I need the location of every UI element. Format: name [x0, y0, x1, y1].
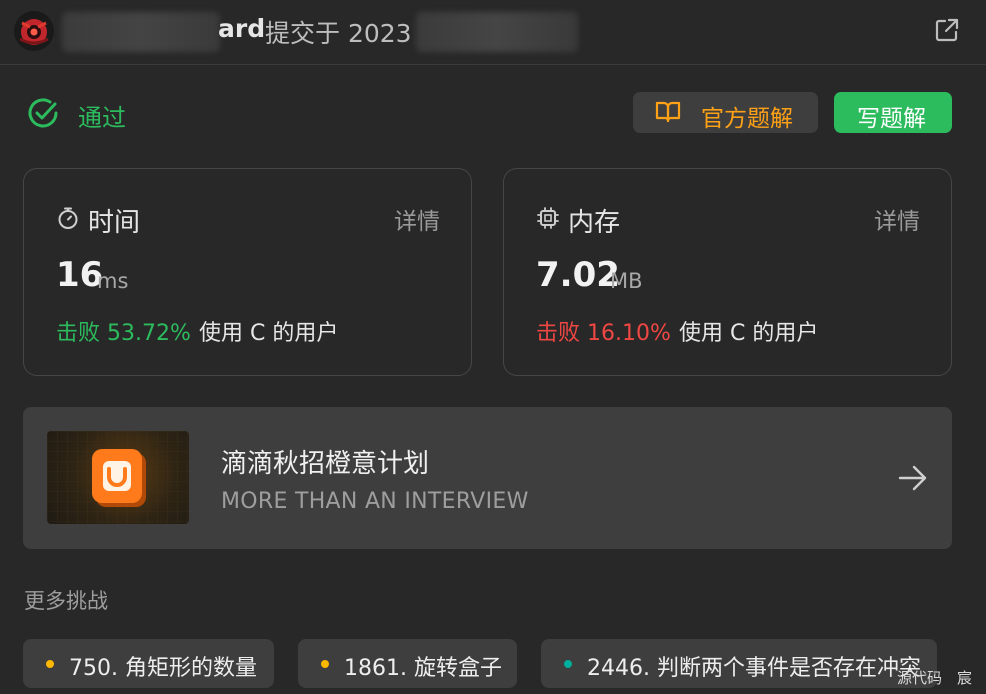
submitted-time: 提交于 2023 [265, 19, 412, 48]
write-solution-label: 写题解 [857, 106, 926, 132]
check-circle-icon [28, 98, 58, 128]
arrow-right-icon [898, 465, 927, 491]
book-icon [655, 101, 681, 123]
challenge-item[interactable]: 750. 角矩形的数量 [23, 639, 274, 688]
chip-icon [537, 207, 559, 229]
runtime-card: 时间 详情 16 ms 击败 53.72% 使用 C 的用户 [23, 168, 472, 376]
memory-value: 7.02 [536, 255, 620, 295]
redacted-time [416, 12, 578, 52]
memory-beat: 击败 16.10% [536, 321, 671, 346]
memory-beat-suffix: 使用 C 的用户 [679, 321, 819, 346]
challenge-label: 1861. 旋转盒子 [344, 656, 502, 681]
external-link-icon [935, 18, 959, 42]
runtime-beat-suffix: 使用 C 的用户 [199, 321, 339, 346]
redacted-username [62, 12, 220, 52]
watermark-text: 源代码 宸 [897, 669, 973, 687]
submission-header: ard 提交于 2023 [0, 0, 986, 65]
status-label: 通过 [78, 104, 126, 132]
banner-title: 滴滴秋招橙意计划 [221, 449, 430, 479]
challenge-item[interactable]: 1861. 旋转盒子 [298, 639, 517, 688]
memory-card: 内存 详情 7.02 MB 击败 16.10% 使用 C 的用户 [503, 168, 952, 376]
user-avatar[interactable] [14, 11, 54, 51]
official-solution-button[interactable]: 官方题解 [633, 92, 818, 133]
official-solution-label: 官方题解 [701, 106, 793, 132]
banner-subtitle: MORE THAN AN INTERVIEW [221, 489, 529, 514]
challenge-label: 2446. 判断两个事件是否存在冲突 [587, 656, 921, 681]
runtime-unit: ms [97, 269, 129, 293]
difficulty-dot-icon [564, 660, 572, 668]
runtime-beat: 击败 53.72% [56, 321, 191, 346]
runtime-title: 时间 [88, 208, 141, 238]
didi-banner-image [47, 431, 189, 524]
stopwatch-icon [58, 207, 78, 229]
open-external-button[interactable] [933, 16, 961, 44]
more-challenges-title: 更多挑战 [24, 589, 108, 613]
challenge-label: 750. 角矩形的数量 [69, 656, 257, 681]
memory-detail-link[interactable]: 详情 [874, 202, 920, 236]
didi-logo-icon [47, 431, 189, 524]
challenge-item[interactable]: 2446. 判断两个事件是否存在冲突 [541, 639, 937, 688]
difficulty-dot-icon [46, 660, 54, 668]
promo-banner[interactable]: 滴滴秋招橙意计划 MORE THAN AN INTERVIEW [23, 407, 952, 549]
difficulty-dot-icon [321, 660, 329, 668]
memory-unit: MB [610, 269, 643, 293]
runtime-detail-link[interactable]: 详情 [394, 202, 440, 236]
memory-title: 内存 [568, 208, 621, 238]
username-visible: ard [218, 14, 266, 43]
write-solution-button[interactable]: 写题解 [834, 92, 952, 133]
avatar-image-icon [14, 11, 54, 51]
